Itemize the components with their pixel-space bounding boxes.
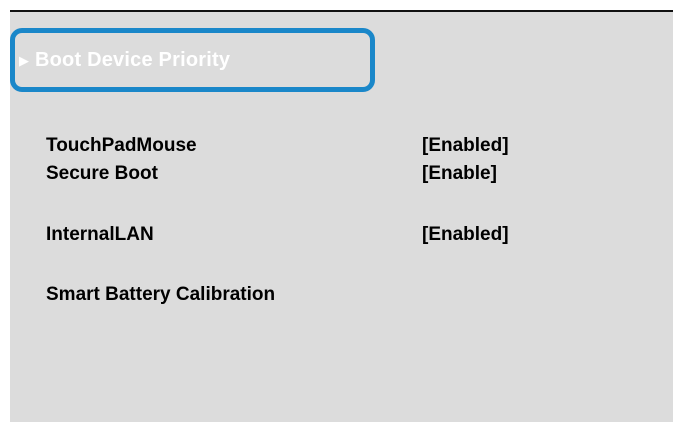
setting-value[interactable]: [Enabled] — [422, 223, 509, 247]
setting-value[interactable]: [Enabled] — [422, 134, 509, 158]
boot-device-priority-label: Boot Device Priority — [35, 48, 231, 71]
setting-name: TouchPadMouse — [46, 135, 197, 156]
boot-device-priority-item[interactable]: ▶ Boot Device Priority — [10, 28, 375, 92]
setting-smart-battery-calibration[interactable]: Smart Battery Calibration — [46, 283, 606, 307]
setting-name: InternalLAN — [46, 224, 154, 245]
setting-internallan[interactable]: InternalLAN [Enabled] — [46, 223, 606, 247]
setting-touchpadmouse[interactable]: TouchPadMouse [Enabled] — [46, 134, 606, 158]
setting-name: Smart Battery Calibration — [46, 284, 276, 305]
bios-screen: ▶ Boot Device Priority TouchPadMouse [En… — [10, 10, 673, 422]
setting-value[interactable]: [Enable] — [422, 162, 497, 186]
submenu-arrow-icon: ▶ — [19, 52, 29, 68]
setting-secure-boot[interactable]: Secure Boot [Enable] — [46, 162, 606, 186]
setting-name: Secure Boot — [46, 163, 158, 184]
